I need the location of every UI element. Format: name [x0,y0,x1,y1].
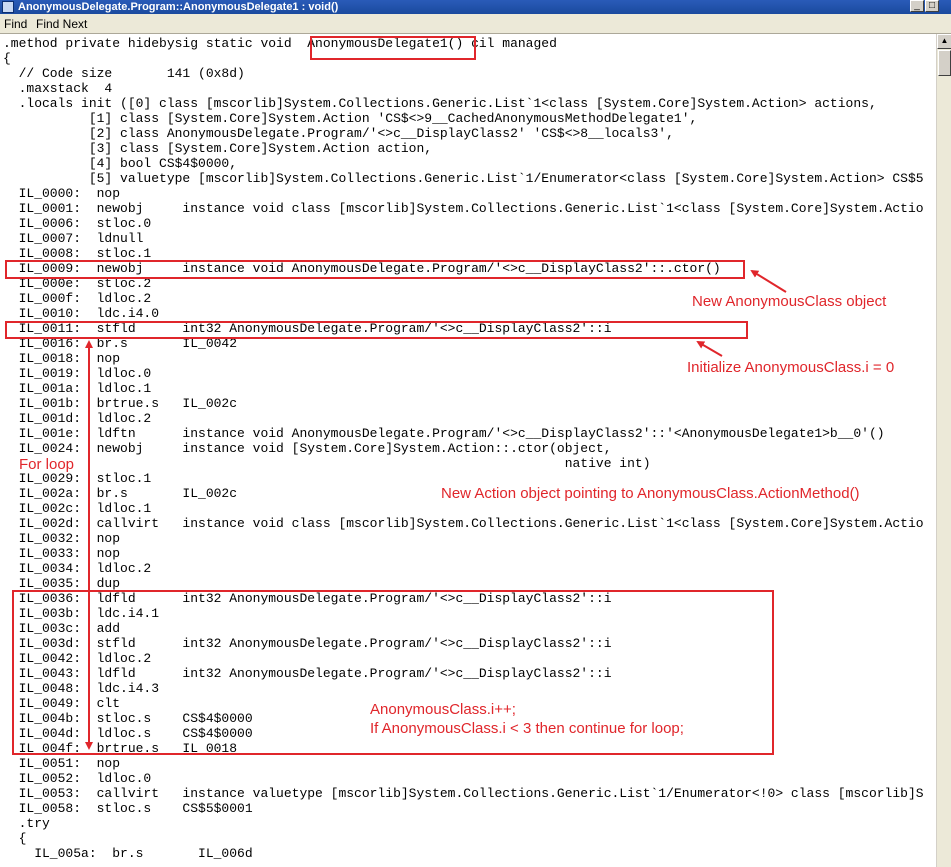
annotation-arrows [85,269,787,750]
arrow-to-ctor [750,269,787,293]
arrow-to-init [696,340,723,357]
